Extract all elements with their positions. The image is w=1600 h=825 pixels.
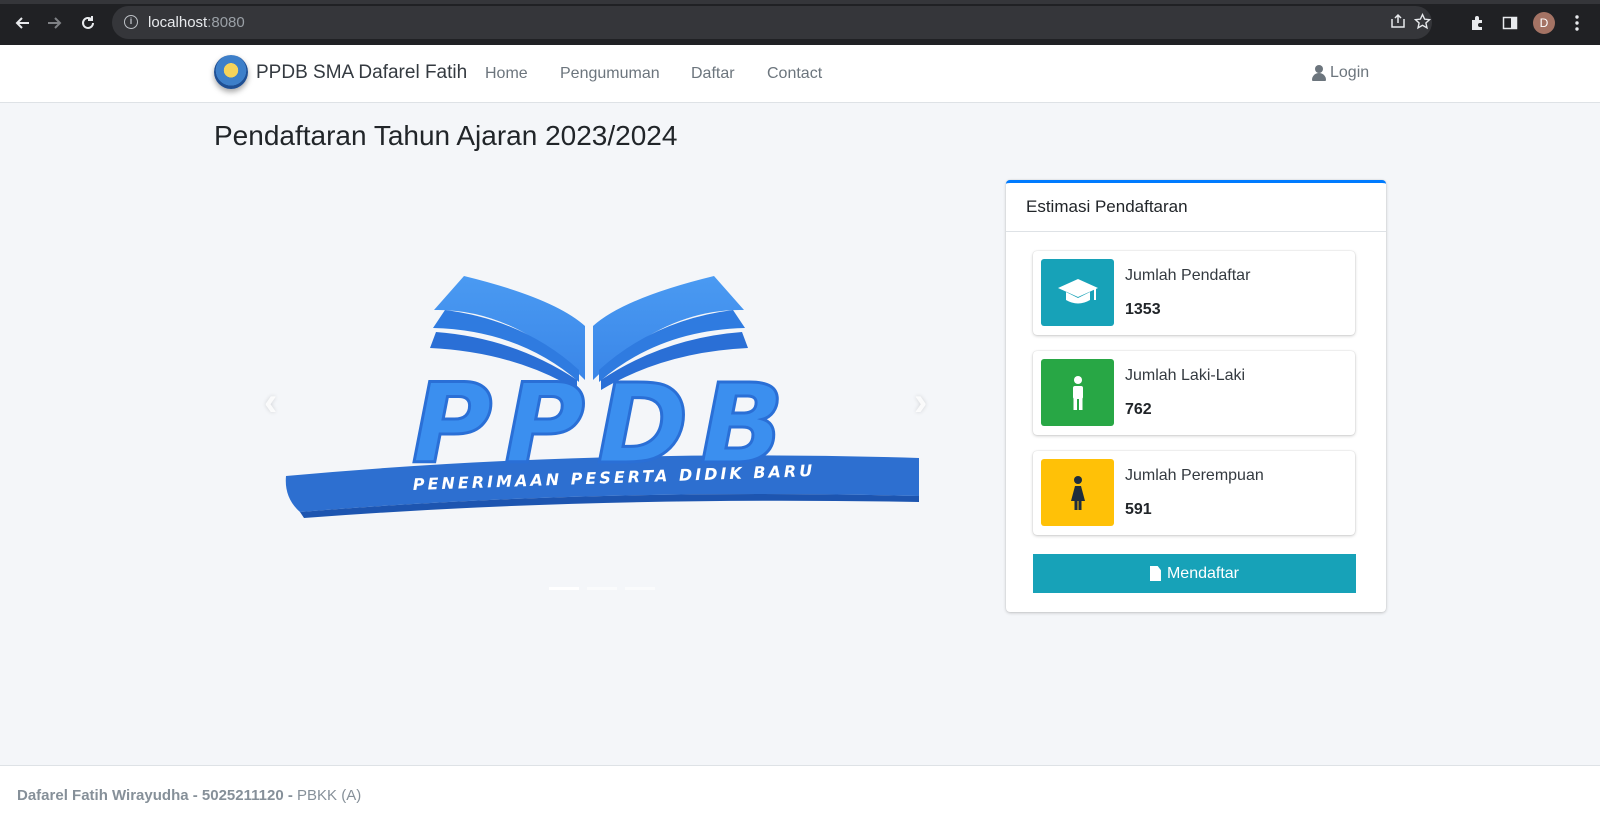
browser-toolbar: i localhost:8080 D [0,0,1600,45]
carousel-indicator[interactable] [625,587,655,590]
carousel-indicator[interactable] [587,587,617,590]
footer-author: Dafarel Fatih Wirayudha - 5025211120 - [17,787,293,804]
male-icon [1041,359,1114,426]
graduation-cap-icon [1041,259,1114,326]
estimasi-card: Estimasi Pendaftaran Jumlah Pendaftar 13… [1006,180,1386,612]
info-box-label: Jumlah Perempuan [1125,467,1264,484]
user-icon [1312,65,1326,81]
profile-avatar[interactable]: D [1533,12,1555,34]
mendaftar-button[interactable]: Mendaftar [1033,554,1356,593]
site-info-icon[interactable]: i [124,15,138,29]
info-box-perempuan: Jumlah Perempuan 591 [1033,451,1355,535]
nav-contact[interactable]: Contact [767,65,822,83]
info-box-label: Jumlah Laki-Laki [1125,367,1246,384]
reload-icon[interactable] [75,10,101,36]
nav-pengumuman[interactable]: Pengumuman [560,65,660,83]
carousel-indicator[interactable] [549,587,579,590]
info-box-pendaftar: Jumlah Pendaftar 1353 [1033,251,1355,335]
bookmark-star-icon[interactable] [1413,12,1432,35]
brand-logo[interactable] [214,55,248,89]
menu-kebab-icon[interactable] [1564,10,1590,36]
url-text[interactable]: localhost:8080 [148,14,245,31]
footer-text: Dafarel Fatih Wirayudha - 5025211120 - P… [17,787,361,804]
info-box-value: 1353 [1125,301,1161,318]
info-box-label: Jumlah Pendaftar [1125,267,1251,284]
login-link[interactable]: Login [1312,64,1369,82]
page-title: Pendaftaran Tahun Ajaran 2023/2024 [214,120,678,151]
tab-strip [0,0,1600,4]
login-label: Login [1330,64,1370,81]
info-box-value: 591 [1125,501,1152,518]
extensions-icon[interactable] [1464,10,1490,36]
carousel-prev-icon[interactable]: ‹ [264,380,277,425]
female-icon [1041,459,1114,526]
side-panel-icon[interactable] [1497,10,1523,36]
carousel-indicators [549,587,655,590]
back-icon[interactable] [9,10,35,36]
info-box-value: 762 [1125,401,1152,418]
forward-icon[interactable] [42,10,68,36]
main-navbar: PPDB SMA Dafarel Fatih Home Pengumuman D… [0,45,1600,103]
card-title: Estimasi Pendaftaran [1006,183,1386,232]
file-icon [1149,566,1161,581]
nav-daftar[interactable]: Daftar [691,65,735,83]
brand-name[interactable]: PPDB SMA Dafarel Fatih [256,62,467,84]
info-box-laki-laki: Jumlah Laki-Laki 762 [1033,351,1355,435]
mendaftar-label: Mendaftar [1166,564,1240,582]
image-carousel: PPDB PENERIMAAN PESERTA DIDIK BARU ‹ › [214,180,964,600]
page-footer: Dafarel Fatih Wirayudha - 5025211120 - P… [0,765,1600,825]
address-bar[interactable]: i localhost:8080 [112,6,1432,39]
share-icon[interactable] [1390,13,1406,34]
carousel-next-icon[interactable]: › [914,380,927,425]
nav-home[interactable]: Home [485,65,528,83]
footer-course: PBKK (A) [297,787,362,804]
